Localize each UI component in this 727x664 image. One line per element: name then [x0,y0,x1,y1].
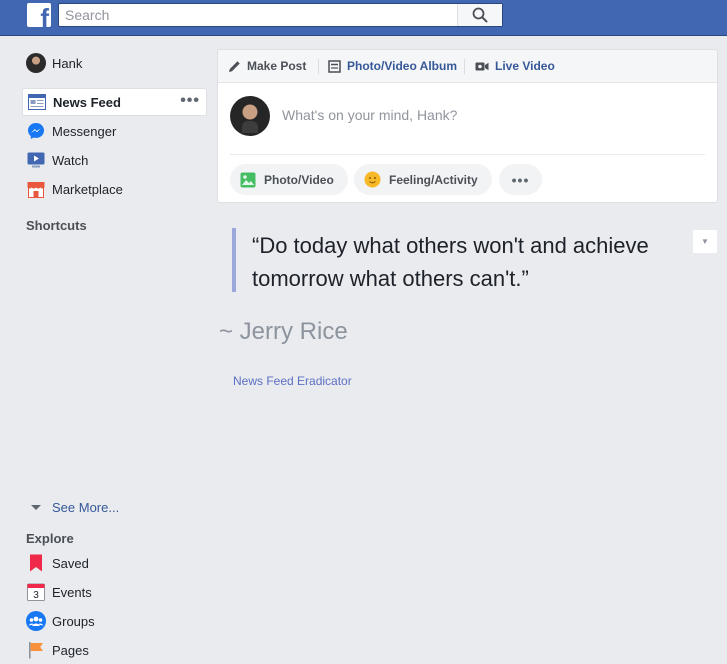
tab-label: Make Post [247,59,307,73]
events-icon: 3 [26,582,46,602]
profile-name: Hank [52,55,83,71]
sidebar-item-pages[interactable]: Pages [22,636,207,664]
top-navigation-bar: f [0,0,727,36]
news-feed-icon [27,92,47,112]
groups-icon [26,611,46,631]
events-icon-day: 3 [33,590,39,601]
saved-icon [26,553,46,573]
sidebar-profile[interactable]: Hank [22,49,207,77]
sidebar-item-label: Pages [52,642,89,658]
sidebar-item-groups[interactable]: Groups [22,607,207,635]
tab-label: Live Video [495,59,555,73]
chevron-down-icon: ▼ [701,237,709,246]
tab-live-video[interactable]: Live Video [475,59,555,73]
quote-menu-button[interactable]: ▼ [692,229,718,254]
tab-divider [318,59,319,74]
sidebar-item-label: Messenger [52,123,117,139]
more-icon: ••• [511,171,530,188]
composer-avatar [230,96,270,136]
chevron-down-icon [31,505,41,510]
profile-avatar [26,53,46,73]
tab-make-post[interactable]: Make Post [228,59,306,73]
search-icon [472,7,488,23]
photo-video-label: Photo/Video [264,172,334,187]
sidebar-item-label: Groups [52,613,95,629]
sidebar-item-label: Events [52,584,92,600]
sidebar-item-label: Marketplace [52,181,123,197]
feeling-activity-label: Feeling/Activity [389,172,478,187]
feeling-activity-button[interactable]: Feeling/Activity [354,164,492,195]
pencil-icon [228,60,241,73]
video-camera-icon [475,61,489,72]
smiley-icon [364,171,381,188]
sidebar-item-messenger[interactable]: Messenger [22,117,207,145]
left-sidebar: Hank News Feed ••• Messenger Watch Marke… [0,36,215,664]
tab-label: Photo/Video Album [347,59,457,73]
facebook-logo[interactable]: f [27,3,51,27]
quote-text: “Do today what others won't and achieve … [252,233,649,291]
composer-divider [230,154,705,155]
more-actions-button[interactable]: ••• [499,164,542,195]
search-box [58,3,503,27]
quote-bar [232,228,236,292]
composer-input[interactable]: What's on your mind, Hank? [282,107,457,123]
sidebar-item-saved[interactable]: Saved [22,549,207,577]
messenger-icon [26,121,46,141]
watch-icon [26,150,46,170]
photo-icon [240,172,256,188]
sidebar-item-watch[interactable]: Watch [22,146,207,174]
more-options-icon[interactable]: ••• [180,93,200,109]
sidebar-item-label: Saved [52,555,89,571]
see-more-label: See More... [52,500,120,515]
sidebar-item-news-feed[interactable]: News Feed ••• [22,88,207,116]
tab-divider [464,59,465,74]
photo-video-button[interactable]: Photo/Video [230,164,348,195]
tab-photo-video-album[interactable]: Photo/Video Album [328,59,457,73]
search-button[interactable] [457,4,502,26]
post-composer: Make Post Photo/Video Album Live Video W… [217,49,718,203]
facebook-logo-letter: f [40,3,49,27]
shortcuts-heading: Shortcuts [26,218,87,233]
sidebar-item-events[interactable]: 3 Events [22,578,207,606]
marketplace-icon [26,179,46,199]
album-icon [328,59,341,73]
composer-tabs: Make Post Photo/Video Album Live Video [218,50,717,83]
pages-icon [26,640,46,660]
news-feed-eradicator-link[interactable]: News Feed Eradicator [233,374,352,388]
sidebar-item-label: News Feed [53,94,121,110]
quote-author: ~ Jerry Rice [219,318,348,345]
search-input[interactable] [59,4,459,26]
sidebar-item-label: Watch [52,152,89,168]
sidebar-item-marketplace[interactable]: Marketplace [22,175,207,203]
explore-heading: Explore [26,531,74,546]
see-more-link[interactable]: See More... [26,500,119,515]
